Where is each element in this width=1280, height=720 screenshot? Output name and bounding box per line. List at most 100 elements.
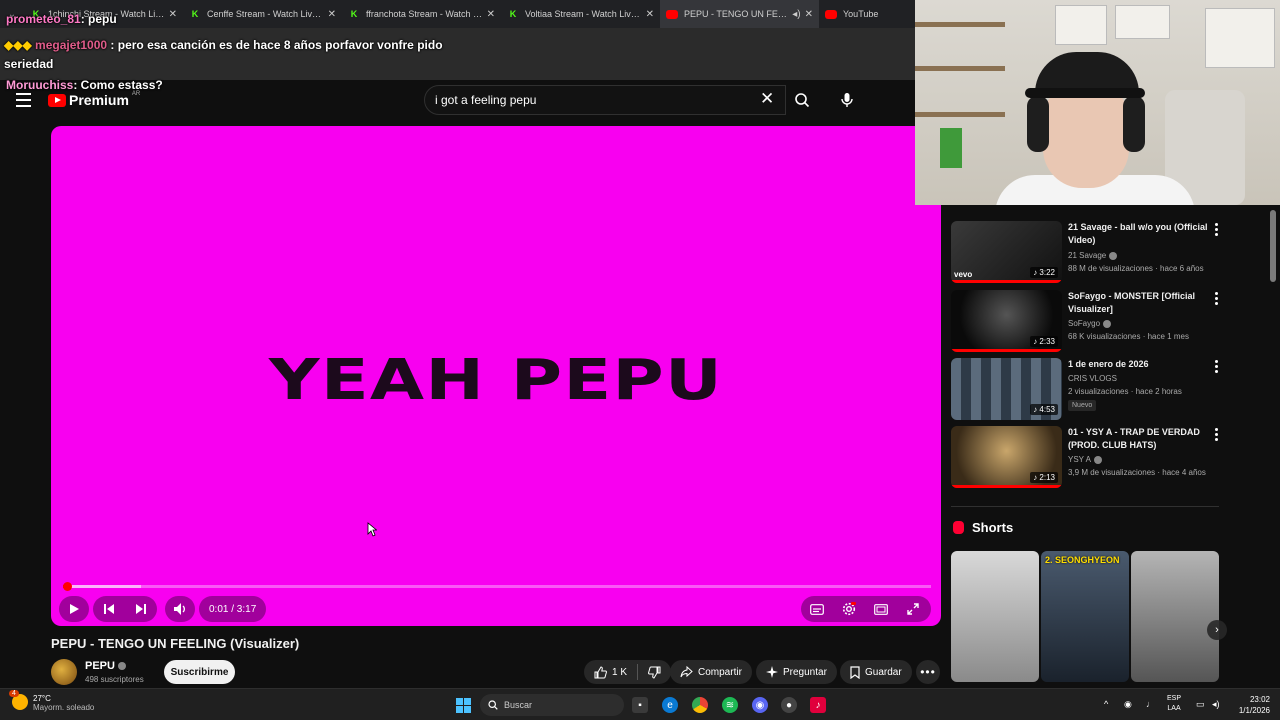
chevron-right-icon[interactable]: › bbox=[1207, 620, 1227, 640]
theater-mode-button[interactable] bbox=[865, 596, 897, 622]
task-view-icon[interactable]: ▪ bbox=[632, 697, 648, 713]
windows-start-icon[interactable] bbox=[455, 697, 471, 713]
save-button[interactable]: Guardar bbox=[840, 660, 912, 684]
search-button[interactable] bbox=[786, 85, 818, 115]
previous-button[interactable] bbox=[93, 596, 125, 622]
youtube-header: Premium AR i got a feeling pepu ✕ bbox=[0, 80, 945, 120]
browser-tab-active[interactable]: PEPU - TENGO UN FEELING ◂) ✕ bbox=[660, 0, 819, 28]
channel-avatar[interactable] bbox=[51, 659, 77, 685]
youtube-logo[interactable]: Premium AR bbox=[48, 91, 140, 108]
clock[interactable]: 23:02 1/1/2026 bbox=[1228, 694, 1270, 716]
close-tab-icon[interactable]: ✕ bbox=[805, 9, 813, 20]
close-tab-icon[interactable]: ✕ bbox=[169, 9, 177, 20]
watched-bar bbox=[951, 349, 1062, 352]
recommendation-item[interactable]: ♪ 4:53 1 de enero de 2026 CRIS VLOGS 2 v… bbox=[951, 358, 1271, 420]
save-label: Guardar bbox=[865, 666, 902, 678]
spotify-icon[interactable]: ≋ bbox=[722, 697, 738, 713]
close-tab-icon[interactable]: ✕ bbox=[487, 9, 495, 20]
chrome-icon[interactable] bbox=[692, 697, 708, 713]
time-text: 0:01 / 3:17 bbox=[209, 603, 257, 615]
video-duration: ♪ 4:53 bbox=[1030, 404, 1058, 415]
more-vert-icon[interactable] bbox=[1211, 360, 1221, 373]
next-button[interactable] bbox=[125, 596, 157, 622]
play-button[interactable] bbox=[59, 596, 89, 622]
video-thumbnail[interactable]: ♪ 2:13 bbox=[951, 426, 1062, 488]
video-thumbnail[interactable]: ♪ 2:33 bbox=[951, 290, 1062, 352]
channel-name[interactable]: CRIS VLOGS bbox=[1068, 374, 1117, 383]
search-input[interactable]: i got a feeling pepu bbox=[424, 85, 786, 115]
tiktok-icon[interactable]: ♪ bbox=[810, 697, 826, 713]
language-indicator[interactable]: ESP LAA bbox=[1167, 694, 1181, 714]
display-icon[interactable]: ▭ bbox=[1196, 699, 1205, 710]
clear-search-icon[interactable]: ✕ bbox=[760, 90, 774, 108]
tab-title: Voltiaa Stream - Watch Live on bbox=[525, 9, 642, 19]
video-thumbnail[interactable]: vevo ♪ 3:22 bbox=[951, 221, 1062, 283]
subscribe-button[interactable]: Suscribirme bbox=[164, 660, 235, 684]
short-thumbnail[interactable] bbox=[1131, 551, 1219, 682]
discord-icon[interactable]: ◉ bbox=[752, 697, 768, 713]
close-tab-icon[interactable]: ✕ bbox=[328, 9, 336, 20]
browser-tab[interactable]: K ffranchota Stream - Watch Live ✕ bbox=[342, 0, 501, 28]
speaker-icon[interactable]: ◂) bbox=[792, 9, 800, 20]
more-vert-icon[interactable] bbox=[1211, 223, 1221, 236]
short-thumbnail[interactable] bbox=[951, 551, 1039, 682]
video-title[interactable]: 01 - YSY A - TRAP DE VERDAD (PROD. CLUB … bbox=[1068, 426, 1208, 452]
voice-search-button[interactable] bbox=[832, 85, 862, 115]
edge-icon[interactable]: e bbox=[662, 697, 678, 713]
recommendation-item[interactable]: vevo ♪ 3:22 21 Savage - ball w/o you (Of… bbox=[951, 221, 1271, 283]
youtube-icon bbox=[825, 9, 837, 19]
more-vert-icon[interactable] bbox=[1211, 428, 1221, 441]
subtitles-icon bbox=[810, 603, 824, 615]
clock-date: 1/1/2026 bbox=[1238, 706, 1270, 715]
channel-name[interactable]: 21 Savage bbox=[1068, 251, 1118, 260]
volume-button[interactable] bbox=[165, 596, 195, 622]
network-icon[interactable]: ◉ bbox=[1124, 699, 1132, 710]
next-icon bbox=[136, 604, 146, 614]
subtitles-button[interactable] bbox=[801, 596, 833, 622]
browser-tab[interactable]: K Voltiaa Stream - Watch Live on ✕ bbox=[501, 0, 660, 28]
recommendation-item[interactable]: ♪ 2:33 SoFaygo - MONSTER [Official Visua… bbox=[951, 290, 1271, 352]
settings-button[interactable] bbox=[833, 596, 865, 622]
progress-bar[interactable] bbox=[63, 582, 931, 591]
microphone-icon[interactable]: ♩ bbox=[1146, 699, 1155, 709]
more-actions-button[interactable]: ••• bbox=[916, 660, 940, 684]
recommendation-item[interactable]: ♪ 2:13 01 - YSY A - TRAP DE VERDAD (PROD… bbox=[951, 426, 1271, 488]
channel-name[interactable]: SoFaygo bbox=[1068, 319, 1112, 328]
notification-badge: 4 bbox=[9, 690, 19, 697]
weather-widget[interactable]: 4 27°C Mayorm. soleado bbox=[9, 690, 94, 712]
shorts-header: Shorts bbox=[953, 520, 1013, 535]
video-meta: 3,9 M de visualizaciones · hace 4 años bbox=[1068, 468, 1206, 477]
progress-scrubber[interactable] bbox=[63, 582, 73, 591]
youtube-icon bbox=[666, 9, 678, 19]
more-horizontal-icon: ••• bbox=[920, 665, 936, 679]
menu-icon[interactable] bbox=[16, 93, 31, 111]
video-thumbnail[interactable]: ♪ 4:53 bbox=[951, 358, 1062, 420]
chat-emote-icons: ◆◆◆ bbox=[4, 38, 36, 52]
video-title[interactable]: 1 de enero de 2026 bbox=[1068, 358, 1208, 371]
chevron-up-icon[interactable]: ^ bbox=[1104, 699, 1108, 709]
ask-button[interactable]: Preguntar bbox=[756, 660, 837, 684]
channel-name[interactable]: YSY A bbox=[1068, 455, 1102, 464]
taskbar-search[interactable]: Buscar bbox=[480, 694, 624, 716]
obs-icon[interactable]: ● bbox=[781, 697, 797, 713]
fullscreen-button[interactable] bbox=[897, 596, 929, 622]
more-vert-icon[interactable] bbox=[1211, 292, 1221, 305]
verified-icon bbox=[1103, 319, 1112, 328]
watched-bar bbox=[951, 485, 1062, 488]
browser-tab[interactable]: K Cenffe Stream - Watch Live on ✕ bbox=[183, 0, 342, 28]
video-player[interactable]: YEAH PEPU 0:01 / 3:17 bbox=[51, 126, 941, 626]
chat-message: ◆◆◆ megajet1000 : pero esa canción es de… bbox=[4, 38, 443, 71]
new-badge: Nuevo bbox=[1068, 400, 1097, 411]
browser-tab[interactable]: YouTube bbox=[819, 0, 909, 28]
share-button[interactable]: Compartir bbox=[670, 660, 752, 684]
volume-icon[interactable]: ◂) bbox=[1212, 699, 1220, 710]
dislike-button[interactable] bbox=[638, 660, 671, 684]
channel-name[interactable]: PEPU bbox=[85, 660, 126, 672]
video-title[interactable]: SoFaygo - MONSTER [Official Visualizer] bbox=[1068, 290, 1208, 316]
like-dislike-group: 1 K bbox=[584, 660, 672, 684]
close-tab-icon[interactable]: ✕ bbox=[646, 9, 654, 20]
short-thumbnail[interactable]: 2. SEONGHYEON bbox=[1041, 551, 1129, 682]
verified-icon bbox=[1093, 455, 1102, 464]
video-title[interactable]: 21 Savage - ball w/o you (Official Video… bbox=[1068, 221, 1208, 247]
like-button[interactable]: 1 K bbox=[584, 660, 637, 684]
